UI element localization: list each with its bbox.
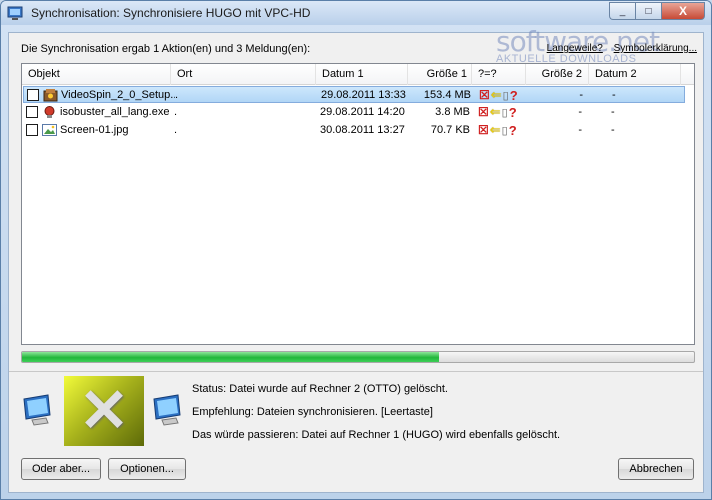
minimize-button[interactable]: _: [609, 2, 635, 20]
row-ort: .: [175, 89, 179, 101]
setup-exe-icon: [43, 88, 58, 102]
row-ort: .: [174, 124, 178, 136]
row-groesse2: -: [578, 106, 582, 118]
computer-1-icon: [23, 394, 51, 426]
table-row[interactable]: VideoSpin_2_0_Setup... . 29.08.2011 13:3…: [23, 86, 685, 103]
list-header: Objekt Ort Datum 1 Größe 1 ?=? Größe 2 D…: [22, 64, 694, 85]
row-actions: ☒ ⇐ ▯ ?: [478, 122, 517, 138]
arrow-left-icon: ⇐: [489, 104, 501, 119]
row-name: Screen-01.jpg: [60, 124, 129, 136]
symbol-legend-link[interactable]: Symbolerklärung...: [614, 43, 697, 54]
delete-mark-icon: ☒: [479, 88, 490, 102]
summary-text: Die Synchronisation ergab 1 Aktion(en) u…: [21, 43, 311, 55]
row-groesse2: -: [578, 124, 582, 136]
delete-action-icon: ✕: [64, 376, 144, 446]
question-mark-icon: ?: [508, 122, 517, 138]
col-header-compare[interactable]: ?=?: [472, 64, 526, 85]
sync-file-list[interactable]: Objekt Ort Datum 1 Größe 1 ?=? Größe 2 D…: [21, 63, 695, 345]
col-header-groesse1[interactable]: Größe 1: [408, 64, 472, 85]
row-datum2: -: [612, 89, 616, 101]
status-message: Status: Datei wurde auf Rechner 2 (OTTO)…: [192, 383, 448, 395]
progress-fill: [22, 352, 439, 362]
image-file-icon: [42, 123, 57, 137]
sync-progress-bar: [21, 351, 695, 363]
row-groesse1: 153.4 MB: [423, 89, 471, 101]
row-datum2: -: [611, 124, 615, 136]
maximize-button[interactable]: □: [635, 2, 661, 20]
row-datum1: 29.08.2011 14:20: [320, 106, 405, 118]
row-groesse2: -: [579, 89, 583, 101]
blank-document-icon: ▯: [502, 89, 509, 102]
question-mark-icon: ?: [508, 104, 517, 120]
row-checkbox[interactable]: [26, 124, 38, 136]
question-mark-icon: ?: [509, 87, 518, 103]
window-title: Synchronisation: Synchronisiere HUGO mit…: [31, 6, 311, 20]
row-actions: ☒ ⇐ ▯ ?: [479, 87, 518, 103]
row-name: isobuster_all_lang.exe: [60, 106, 170, 118]
row-groesse1: 3.8 MB: [435, 106, 470, 118]
row-name: VideoSpin_2_0_Setup...: [61, 89, 175, 101]
arrow-left-icon: ⇐: [489, 122, 501, 137]
row-datum1: 29.08.2011 13:33: [321, 89, 406, 101]
delete-mark-icon: ☒: [478, 123, 489, 137]
delete-mark-icon: ☒: [478, 105, 489, 119]
separator: [9, 371, 703, 372]
sync-window: Synchronisation: Synchronisiere HUGO mit…: [0, 0, 712, 500]
row-ort: .: [174, 106, 178, 118]
row-datum1: 30.08.2011 13:27: [320, 124, 405, 136]
computer-2-icon: [153, 394, 181, 426]
row-groesse1: 70.7 KB: [430, 124, 470, 136]
blank-document-icon: ▯: [501, 106, 508, 119]
table-row[interactable]: Screen-01.jpg . 30.08.2011 13:27 70.7 KB…: [23, 122, 685, 139]
or-else-button[interactable]: Oder aber...: [21, 458, 101, 480]
col-header-groesse2[interactable]: Größe 2: [526, 64, 589, 85]
title-bar[interactable]: Synchronisation: Synchronisiere HUGO mit…: [1, 1, 711, 25]
close-button[interactable]: X: [661, 2, 705, 20]
window-controls: _ □ X: [609, 2, 705, 20]
dialog-body: Die Synchronisation ergab 1 Aktion(en) u…: [8, 25, 704, 493]
boredom-link[interactable]: Langeweile?: [547, 43, 603, 54]
recommendation-message: Empfehlung: Dateien synchronisieren. [Le…: [192, 406, 433, 418]
row-datum2: -: [611, 106, 615, 118]
row-checkbox[interactable]: [26, 106, 38, 118]
col-header-datum1[interactable]: Datum 1: [316, 64, 408, 85]
col-header-objekt[interactable]: Objekt: [22, 64, 171, 85]
row-checkbox[interactable]: [27, 89, 39, 101]
consequence-message: Das würde passieren: Datei auf Rechner 1…: [192, 429, 561, 441]
top-links: Langeweile? Symbolerklärung...: [539, 43, 697, 54]
options-button[interactable]: Optionen...: [108, 458, 186, 480]
col-header-ort[interactable]: Ort: [171, 64, 316, 85]
cancel-button[interactable]: Abbrechen: [618, 458, 694, 480]
arrow-left-icon: ⇐: [490, 87, 502, 102]
row-actions: ☒ ⇐ ▯ ?: [478, 104, 517, 120]
app-icon: [7, 6, 23, 20]
table-row[interactable]: isobuster_all_lang.exe . 29.08.2011 14:2…: [23, 104, 685, 121]
col-header-datum2[interactable]: Datum 2: [589, 64, 681, 85]
exe-icon: [42, 105, 57, 119]
blank-document-icon: ▯: [501, 124, 508, 137]
